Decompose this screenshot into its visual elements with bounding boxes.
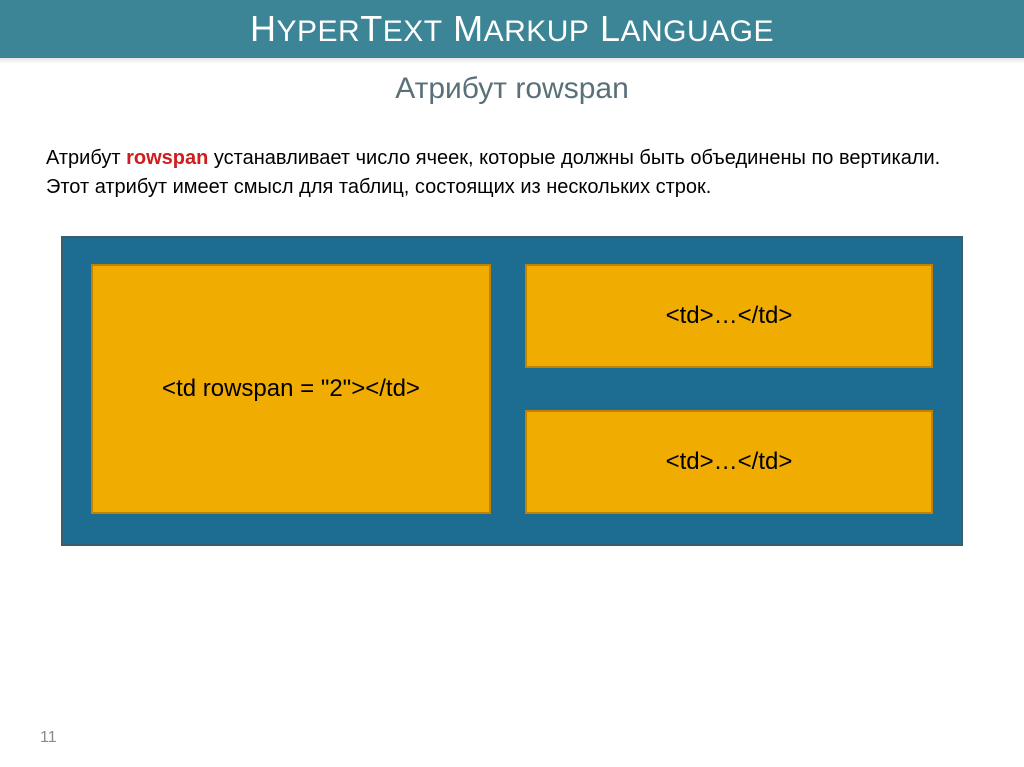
rowspan-diagram: <td rowspan = "2"></td> <td>…</td> <td>…… — [61, 236, 963, 546]
title-shadow — [0, 58, 1024, 64]
diagram-right-column: <td>…</td> <td>…</td> — [525, 264, 933, 514]
cell-bottom: <td>…</td> — [525, 410, 933, 514]
diagram-left-column: <td rowspan = "2"></td> — [91, 264, 491, 514]
slide: HYPERTEXT MARKUP LANGUAGE Атрибут rowspa… — [0, 0, 1024, 767]
cell-top: <td>…</td> — [525, 264, 933, 368]
page-number: 11 — [40, 729, 57, 747]
keyword-rowspan: rowspan — [126, 147, 208, 169]
body-prefix: Атрибут — [46, 147, 126, 169]
slide-subtitle: Атрибут rowspan — [0, 72, 1024, 106]
body-paragraph: Атрибут rowspan устанавливает число ячее… — [46, 144, 984, 202]
cell-rowspan: <td rowspan = "2"></td> — [91, 264, 491, 514]
title-band: HYPERTEXT MARKUP LANGUAGE — [0, 0, 1024, 58]
page-title: HYPERTEXT MARKUP LANGUAGE — [250, 8, 774, 49]
